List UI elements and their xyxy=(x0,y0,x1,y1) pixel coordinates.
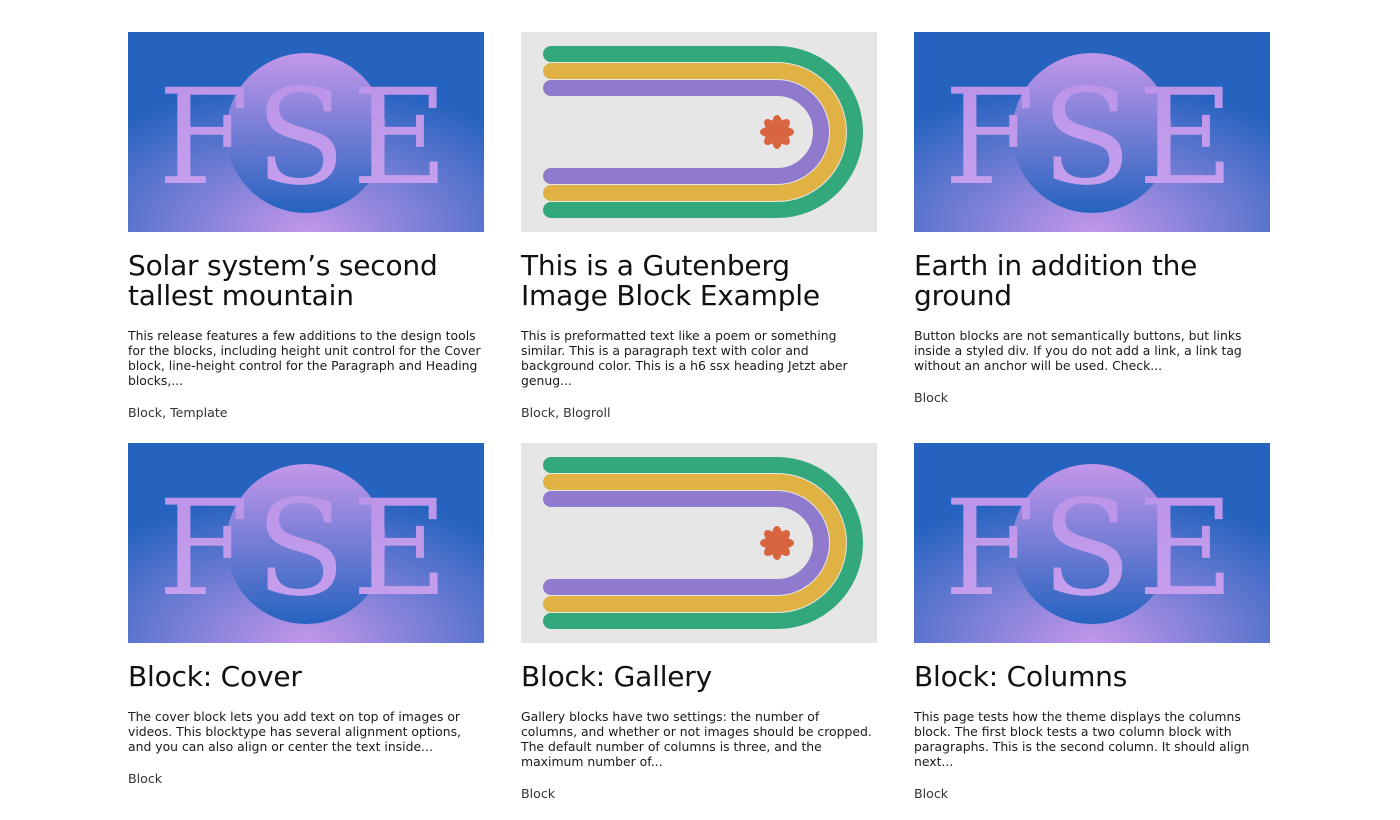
category-link[interactable]: Block xyxy=(128,771,162,786)
post-featured-image[interactable]: FSE xyxy=(914,32,1270,232)
post-categories: Block, Template xyxy=(128,405,484,420)
post-card: FSE Block: Cover The cover block lets yo… xyxy=(128,443,484,820)
post-card: Block: Gallery Gallery blocks have two s… xyxy=(521,443,877,820)
flower-icon xyxy=(760,526,794,560)
post-categories: Block xyxy=(914,390,1270,405)
fse-logo-text: FSE xyxy=(944,472,1240,626)
fse-logo-image: FSE xyxy=(128,32,484,232)
post-featured-image[interactable]: FSE xyxy=(914,443,1270,643)
post-categories: Block xyxy=(128,771,484,786)
post-categories: Block xyxy=(914,786,1270,801)
category-link[interactable]: Template xyxy=(170,405,227,420)
post-card: FSE Block: Columns This page tests how t… xyxy=(914,443,1270,820)
rainbow-arch-image xyxy=(521,443,877,643)
post-excerpt: Button blocks are not semantically butto… xyxy=(914,328,1242,373)
post-title[interactable]: Earth in addition the ground xyxy=(914,251,1270,311)
post-featured-image[interactable]: FSE xyxy=(128,443,484,643)
fse-logo-image: FSE xyxy=(128,443,484,643)
post-excerpt: Gallery blocks have two settings: the nu… xyxy=(521,709,872,769)
post-excerpt: This release features a few additions to… xyxy=(128,328,481,388)
post-card: FSE Earth in addition the ground Button … xyxy=(914,32,1270,443)
post-featured-image[interactable]: FSE xyxy=(128,32,484,232)
post-excerpt: This is preformatted text like a poem or… xyxy=(521,328,848,388)
post-featured-image[interactable] xyxy=(521,32,877,232)
post-title[interactable]: Block: Cover xyxy=(128,662,484,692)
rainbow-arch-image xyxy=(521,32,877,232)
category-link[interactable]: Block xyxy=(521,786,555,801)
post-excerpt: This page tests how the theme displays t… xyxy=(914,709,1250,769)
post-excerpt: The cover block lets you add text on top… xyxy=(128,709,461,754)
post-featured-image[interactable] xyxy=(521,443,877,643)
category-link[interactable]: Block xyxy=(521,405,555,420)
post-card: FSE Solar system’s second tallest mounta… xyxy=(128,32,484,443)
post-title[interactable]: Solar system’s second tallest mountain xyxy=(128,251,484,311)
category-link[interactable]: Block xyxy=(128,405,162,420)
fse-logo-image: FSE xyxy=(914,443,1270,643)
flower-icon xyxy=(760,115,794,149)
fse-logo-text: FSE xyxy=(944,61,1240,215)
post-categories: Block xyxy=(521,786,877,801)
fse-logo-image: FSE xyxy=(914,32,1270,232)
post-grid: FSE Solar system’s second tallest mounta… xyxy=(128,32,1270,820)
post-title[interactable]: Block: Columns xyxy=(914,662,1270,692)
fse-logo-text: FSE xyxy=(158,472,454,626)
category-link[interactable]: Block xyxy=(914,786,948,801)
category-separator: , xyxy=(555,405,560,420)
post-card: This is a Gutenberg Image Block Example … xyxy=(521,32,877,443)
post-title[interactable]: This is a Gutenberg Image Block Example xyxy=(521,251,877,311)
category-link[interactable]: Blogroll xyxy=(563,405,610,420)
fse-logo-text: FSE xyxy=(158,61,454,215)
post-categories: Block, Blogroll xyxy=(521,405,877,420)
post-title[interactable]: Block: Gallery xyxy=(521,662,877,692)
category-separator: , xyxy=(162,405,167,420)
category-link[interactable]: Block xyxy=(914,390,948,405)
